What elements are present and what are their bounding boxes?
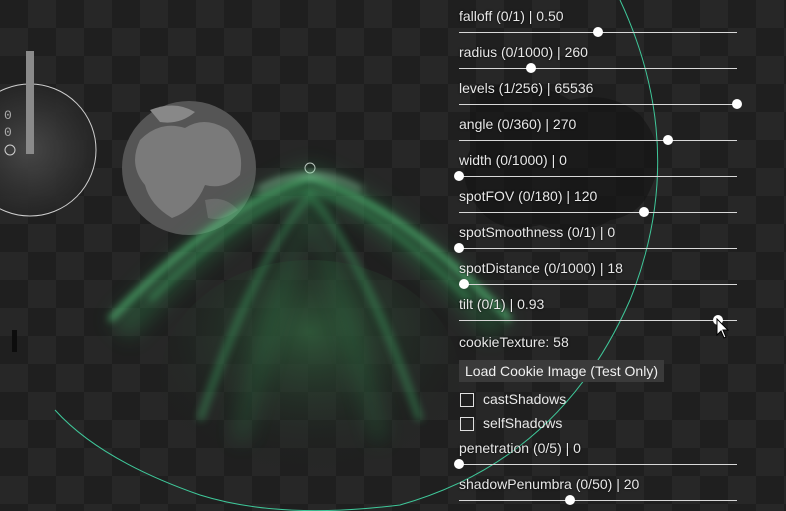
slider-spotsmoothness-label: spotSmoothness (0/1) | 0: [459, 224, 616, 240]
slider-penetration[interactable]: penetration (0/5) | 0: [454, 432, 745, 469]
slider-spotdistance-label: spotDistance (0/1000) | 18: [459, 260, 623, 276]
controls-panel: falloff (0/1) | 0.50 radius (0/1000) | 26…: [454, 0, 745, 511]
slider-radius-track[interactable]: [459, 68, 737, 69]
left-readout-line-1: 0: [4, 108, 12, 123]
slider-shadowpenumbra[interactable]: shadowPenumbra (0/50) | 20: [455, 468, 745, 505]
cookie-texture-label: cookieTexture: 58: [459, 334, 569, 350]
slider-falloff[interactable]: falloff (0/1) | 0.50: [455, 0, 745, 37]
slider-width[interactable]: width (0/1000) | 0: [454, 144, 745, 181]
slider-spotfov-label: spotFOV (0/180) | 120: [459, 188, 598, 204]
self-shadows-checkbox[interactable]: [460, 417, 474, 431]
slider-angle[interactable]: angle (0/360) | 270: [455, 108, 745, 145]
slider-levels[interactable]: levels (1/256) | 65536: [455, 72, 745, 109]
slider-levels-track[interactable]: [459, 104, 737, 105]
slider-levels-label: levels (1/256) | 65536: [459, 80, 594, 96]
slider-angle-track[interactable]: [459, 140, 737, 141]
slider-radius-label: radius (0/1000) | 260: [459, 44, 588, 60]
cone-ground-glow: [160, 260, 460, 500]
cast-shadows-checkbox[interactable]: [460, 393, 474, 407]
slider-spotdistance-track[interactable]: [459, 284, 737, 285]
slider-width-label: width (0/1000) | 0: [459, 152, 567, 168]
bottom-slider-group: penetration (0/5) | 0 shadowPenumbra (0/5…: [454, 432, 745, 505]
slider-tilt-track[interactable]: [459, 320, 737, 321]
slider-width-track[interactable]: [459, 176, 737, 177]
cast-shadows-label: castShadows: [483, 391, 567, 407]
left-readout-line-2: 0: [4, 125, 12, 140]
slider-spotsmoothness[interactable]: spotSmoothness (0/1) | 0: [454, 216, 745, 253]
top-slider-group: falloff (0/1) | 0.50 radius (0/1000) | 26…: [454, 0, 745, 325]
slider-spotfov-track[interactable]: [459, 212, 737, 213]
self-shadows-label: selfShadows: [483, 415, 563, 431]
slider-tilt-label: tilt (0/1) | 0.93: [459, 296, 545, 312]
load-cookie-image-button[interactable]: Load Cookie Image (Test Only): [459, 360, 664, 382]
slider-spotsmoothness-track[interactable]: [459, 248, 737, 249]
slider-shadowpenumbra-track[interactable]: [459, 500, 737, 501]
slider-falloff-label: falloff (0/1) | 0.50: [459, 8, 564, 24]
slider-angle-label: angle (0/360) | 270: [459, 116, 577, 132]
slider-radius[interactable]: radius (0/1000) | 260: [455, 36, 745, 73]
slider-shadowpenumbra-label: shadowPenumbra (0/50) | 20: [459, 476, 640, 492]
slider-tilt[interactable]: tilt (0/1) | 0.93: [455, 288, 745, 325]
slider-penetration-label: penetration (0/5) | 0: [459, 440, 581, 456]
left-light-gradient: [0, 85, 95, 215]
left-edge-marker: [12, 330, 17, 352]
left-light-bar: [26, 51, 34, 154]
slider-penetration-track[interactable]: [459, 464, 737, 465]
canvas-viewport[interactable]: 0 0 falloff (0/1) | 0.50 radius (0/1000) …: [0, 0, 786, 511]
slider-spotdistance[interactable]: spotDistance (0/1000) | 18: [455, 252, 745, 289]
slider-spotfov[interactable]: spotFOV (0/180) | 120: [455, 180, 745, 217]
slider-shadowpenumbra-thumb[interactable]: [565, 495, 576, 505]
mouse-pointer-icon: [716, 318, 730, 339]
